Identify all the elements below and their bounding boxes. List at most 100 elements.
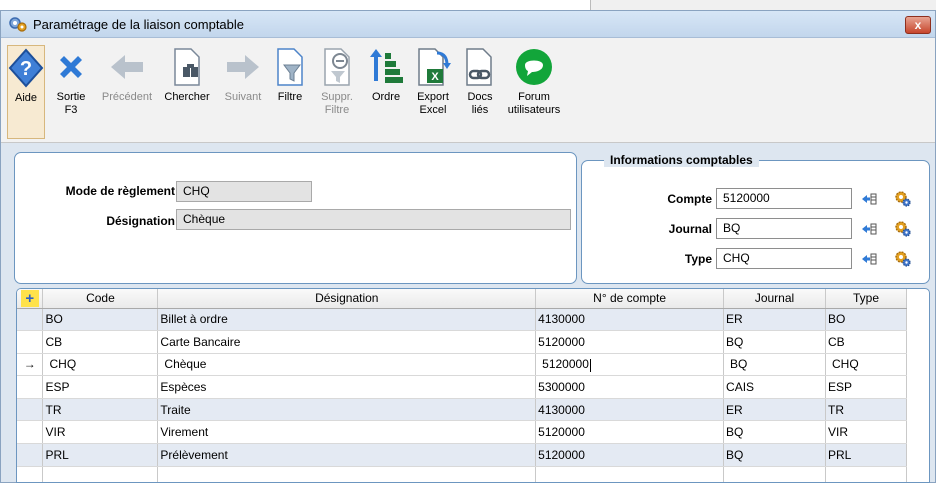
table-row[interactable]: PRL Prélèvement 5120000 BQ PRL bbox=[17, 443, 908, 467]
compte-lookup-icon[interactable] bbox=[860, 190, 878, 208]
close-button[interactable]: x bbox=[905, 16, 931, 34]
cell-code[interactable]: PRL bbox=[42, 443, 159, 467]
mode-reglement-field[interactable]: CHQ bbox=[176, 181, 312, 202]
cell-designation[interactable]: Prélèvement bbox=[157, 443, 537, 467]
background-gap bbox=[590, 0, 936, 10]
current-row-arrow-icon: → bbox=[23, 357, 36, 372]
cell-journal[interactable]: BQ bbox=[723, 330, 826, 354]
accounting-panel: Compte 5120000 Journal BQ Type CHQ bbox=[581, 160, 930, 284]
column-header-type[interactable]: Type bbox=[825, 289, 908, 309]
empty-cell bbox=[157, 466, 537, 482]
row-indicator[interactable] bbox=[17, 443, 44, 467]
sort-icon bbox=[364, 45, 408, 89]
arrow-right-icon bbox=[221, 45, 265, 89]
arrow-left-icon bbox=[105, 45, 149, 89]
toolbar-button-forum[interactable]: Forum utilisateurs bbox=[503, 45, 565, 139]
toolbar: ? Aide Sortie F3 Précédent Chercher Suivant Fil… bbox=[1, 38, 935, 143]
cell-account[interactable]: 5300000 bbox=[535, 375, 725, 399]
title-bar[interactable]: Paramétrage de la liaison comptable bbox=[1, 11, 935, 38]
compte-settings-gear-icon[interactable] bbox=[894, 190, 912, 208]
cell-code[interactable]: CB bbox=[42, 330, 159, 354]
toolbar-button-chercher[interactable]: Chercher bbox=[159, 45, 215, 139]
table-row[interactable]: TR Traite 4130000 ER TR bbox=[17, 398, 908, 422]
row-indicator[interactable] bbox=[17, 330, 44, 354]
cell-type[interactable]: BO bbox=[825, 308, 908, 332]
toolbar-button-label: Docs liés bbox=[467, 91, 493, 116]
table-row[interactable]: VIR Virement 5120000 BQ VIR bbox=[17, 420, 908, 445]
cell-type[interactable]: CB bbox=[825, 330, 908, 354]
designation-field[interactable]: Chèque bbox=[176, 209, 571, 230]
excel-export-icon: X bbox=[411, 45, 455, 89]
cell-designation[interactable]: Carte Bancaire bbox=[157, 330, 537, 354]
toolbar-button-export[interactable]: X Export Excel bbox=[409, 45, 457, 139]
empty-cell bbox=[723, 466, 826, 482]
column-header-code[interactable]: Code bbox=[42, 289, 159, 309]
type-label: Type bbox=[684, 252, 712, 266]
cell-journal[interactable]: CAIS bbox=[723, 375, 826, 399]
toolbar-button-aide[interactable]: ? Aide bbox=[7, 45, 45, 139]
cell-designation[interactable]: Chèque bbox=[157, 353, 537, 377]
column-header-designation[interactable]: Désignation bbox=[157, 289, 537, 309]
toolbar-button-suppr[interactable]: Suppr. Filtre bbox=[311, 45, 363, 139]
cell-code[interactable]: ESP bbox=[42, 375, 159, 399]
table-row[interactable]: BO Billet à ordre 4130000 ER BO bbox=[17, 308, 908, 332]
cell-account[interactable]: 5120000 bbox=[535, 443, 725, 467]
add-column-header[interactable]: + bbox=[17, 289, 44, 309]
cell-type[interactable]: CHQ bbox=[825, 353, 908, 377]
toolbar-button-label: Suppr. Filtre bbox=[321, 91, 353, 116]
cell-journal[interactable]: ER bbox=[723, 398, 826, 422]
text-caret bbox=[589, 358, 591, 372]
cell-journal[interactable]: BQ bbox=[723, 353, 826, 377]
cell-designation[interactable]: Traite bbox=[157, 398, 537, 422]
table-row[interactable]: CB Carte Bancaire 5120000 BQ CB bbox=[17, 330, 908, 354]
cell-account[interactable]: 5120000 bbox=[535, 330, 725, 354]
journal-lookup-icon[interactable] bbox=[860, 220, 878, 238]
cell-designation[interactable]: Billet à ordre bbox=[157, 308, 537, 332]
toolbar-button-sortie[interactable]: Sortie F3 bbox=[47, 45, 95, 139]
cell-designation[interactable]: Virement bbox=[157, 420, 537, 445]
row-indicator[interactable] bbox=[17, 375, 44, 399]
cell-account[interactable]: 5120000 bbox=[535, 353, 725, 377]
toolbar-button-label: Aide bbox=[14, 92, 38, 104]
cell-account[interactable]: 4130000 bbox=[535, 398, 725, 422]
cell-journal[interactable]: BQ bbox=[723, 443, 826, 467]
svg-text:?: ? bbox=[20, 58, 32, 80]
cell-designation[interactable]: Espèces bbox=[157, 375, 537, 399]
type-lookup-icon[interactable] bbox=[860, 250, 878, 268]
toolbar-button-docs[interactable]: Docs liés bbox=[459, 45, 501, 139]
cell-account[interactable]: 5120000 bbox=[535, 420, 725, 445]
cell-code[interactable]: BO bbox=[42, 308, 159, 332]
cell-type[interactable]: PRL bbox=[825, 443, 908, 467]
add-row-icon[interactable]: + bbox=[20, 289, 39, 307]
table-row[interactable]: ESP Espèces 5300000 CAIS ESP bbox=[17, 375, 908, 399]
compte-field[interactable]: 5120000 bbox=[716, 188, 852, 209]
empty-cell bbox=[825, 466, 908, 482]
row-indicator[interactable]: → bbox=[17, 353, 44, 377]
cell-code[interactable]: VIR bbox=[42, 420, 159, 445]
cell-code[interactable]: CHQ bbox=[42, 353, 159, 377]
empty-cell bbox=[17, 466, 44, 482]
toolbar-button-ordre[interactable]: Ordre bbox=[365, 45, 407, 139]
cell-journal[interactable]: ER bbox=[723, 308, 826, 332]
toolbar-button-suivant[interactable]: Suivant bbox=[217, 45, 269, 139]
cell-account[interactable]: 4130000 bbox=[535, 308, 725, 332]
toolbar-button-filtre[interactable]: Filtre bbox=[271, 45, 309, 139]
cell-type[interactable]: VIR bbox=[825, 420, 908, 445]
row-indicator[interactable] bbox=[17, 308, 44, 332]
cell-type[interactable]: TR bbox=[825, 398, 908, 422]
column-header-journal[interactable]: Journal bbox=[723, 289, 826, 309]
cell-journal[interactable]: BQ bbox=[723, 420, 826, 445]
type-settings-gear-icon[interactable] bbox=[894, 250, 912, 268]
table-row[interactable]: → CHQ Chèque 5120000 BQ CHQ bbox=[17, 353, 908, 377]
cell-type[interactable]: ESP bbox=[825, 375, 908, 399]
column-header-account[interactable]: N° de compte bbox=[535, 289, 725, 309]
toolbar-button-label: Sortie F3 bbox=[56, 91, 86, 116]
cell-code[interactable]: TR bbox=[42, 398, 159, 422]
type-field[interactable]: CHQ bbox=[716, 248, 852, 269]
toolbar-button-precedent[interactable]: Précédent bbox=[97, 45, 157, 139]
row-indicator[interactable] bbox=[17, 420, 44, 445]
row-indicator[interactable] bbox=[17, 398, 44, 422]
journal-settings-gear-icon[interactable] bbox=[894, 220, 912, 238]
journal-field[interactable]: BQ bbox=[716, 218, 852, 239]
grid-header-row: + Code Désignation N° de compte Journal … bbox=[17, 289, 908, 309]
